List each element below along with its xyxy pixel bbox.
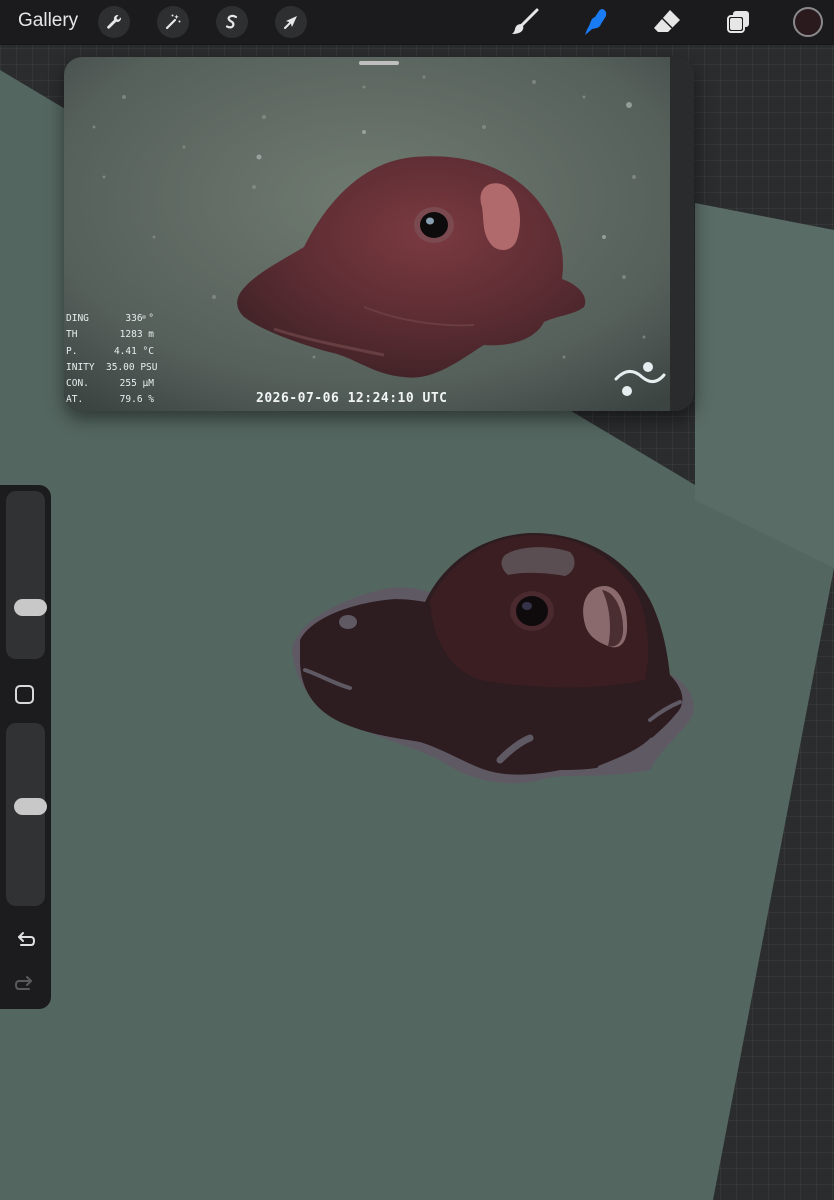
gallery-button[interactable]: Gallery [18,10,78,32]
octopus-fin-left [339,615,357,629]
brush-icon [512,8,539,34]
magic-wand-icon [165,14,181,30]
window-drag-handle[interactable] [359,61,399,65]
opacity-slider[interactable] [6,723,47,906]
reference-photo [64,57,694,411]
color-picker-button[interactable] [793,7,823,37]
telemetry-overlay: DING 336 ° TH 1283 m P. 4.41 °C INITY 35.00 … [66,311,158,409]
brush-size-thumb[interactable] [14,599,47,616]
adjustments-button[interactable] [157,6,189,38]
wrench-icon [107,15,121,29]
selection-s-icon [225,14,238,29]
timestamp-overlay: 2026-07-06 12:24:10 UTC [256,391,448,406]
arrow-cursor-icon [284,16,297,29]
reference-window[interactable]: DING 336 ° TH 1283 m P. 4.41 °C INITY 35.00 … [64,57,694,411]
redo-icon[interactable] [13,972,37,996]
telemetry-row: TH 1283 m [66,329,154,341]
layers-icon [727,11,749,33]
octopus-brow-patch [501,547,575,576]
brush-size-slider[interactable] [6,491,47,659]
smudge-tool-button[interactable] [579,5,613,39]
smudge-icon [585,9,607,35]
transform-button[interactable] [275,6,307,38]
eraser-tool-button[interactable] [650,5,684,39]
telemetry-row: INITY 35.00 PSU [66,361,158,373]
brush-tool-button[interactable] [508,5,542,39]
octopus-eye-highlight [522,602,532,610]
eraser-icon [654,10,680,32]
octopus-eye [516,596,548,626]
layers-button[interactable] [721,5,755,39]
actions-button[interactable] [98,6,130,38]
telemetry-row: P. 4.41 °C [66,345,154,357]
modify-button[interactable] [15,685,34,704]
telemetry-row: CON. 255 µM [66,378,154,390]
opacity-thumb[interactable] [14,798,47,815]
selection-button[interactable] [216,6,248,38]
telemetry-row: AT. 79.6 % [66,394,154,406]
top-toolbar: Gallery [0,0,834,44]
telemetry-row: DING 336 ° [66,313,154,324]
undo-icon[interactable] [13,928,37,952]
sidebar [0,485,51,1009]
